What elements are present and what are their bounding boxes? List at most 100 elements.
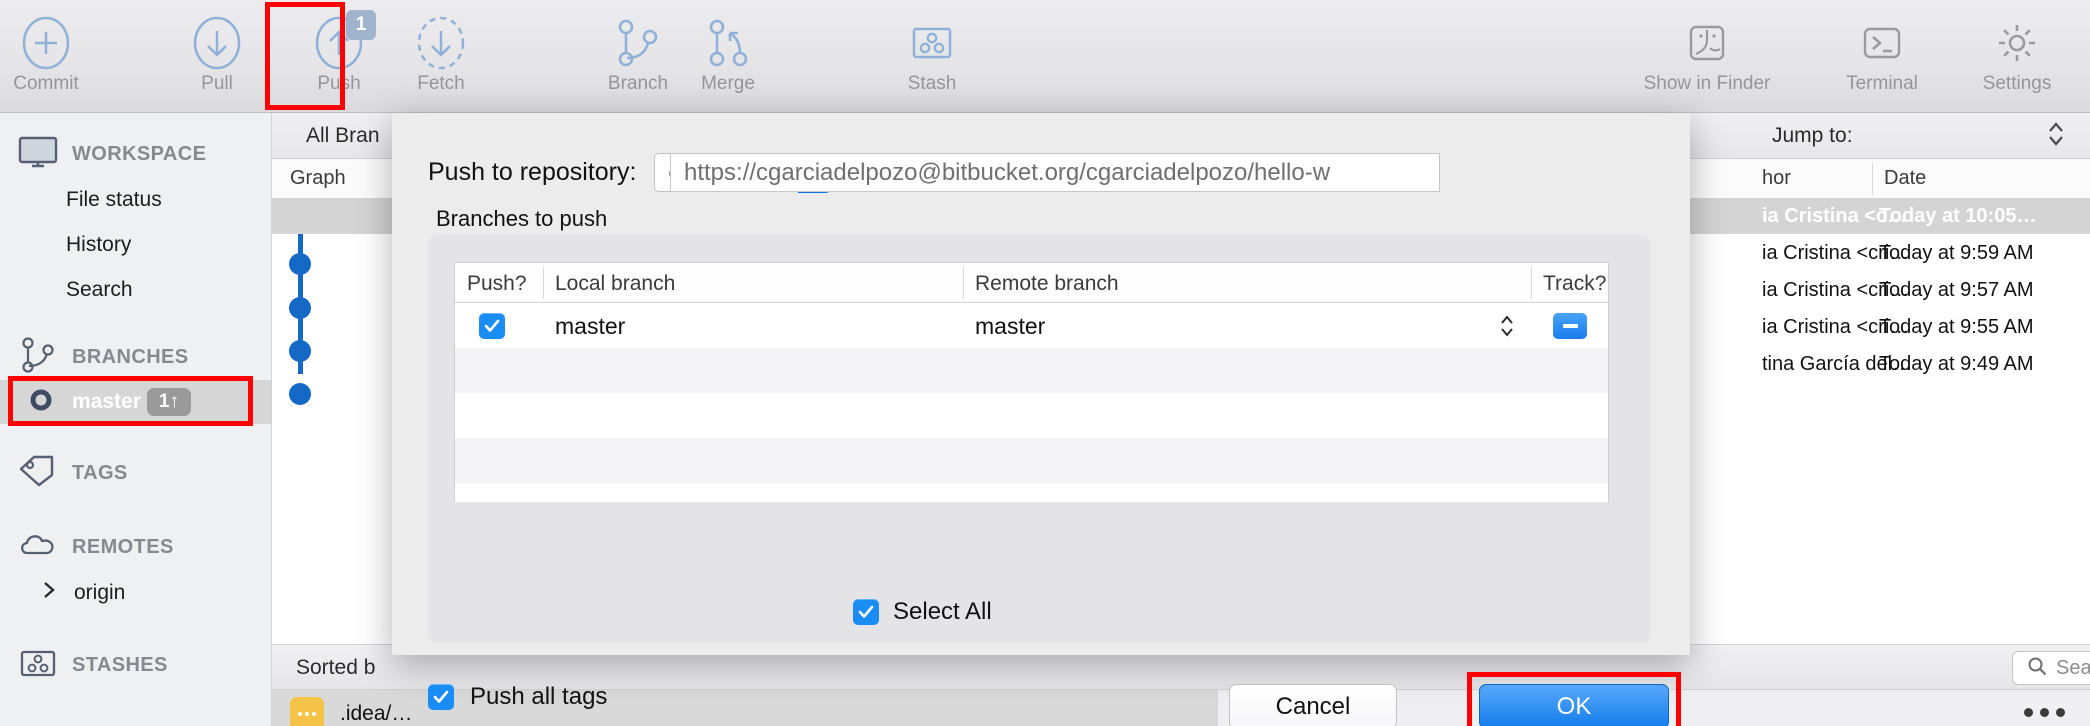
sidebar-item-label: Search <box>66 277 133 301</box>
stash-icon <box>18 648 58 683</box>
commit-date: Today at 9:49 AM <box>1879 353 2034 375</box>
commit-date: Today at 9:55 AM <box>1879 316 2034 338</box>
toolbar-branch-button[interactable]: Branch <box>592 0 684 113</box>
column-header-author[interactable]: hor <box>1762 167 1791 190</box>
stepper-updown-icon[interactable] <box>1498 312 1516 340</box>
push-dialog: Push to repository: origin https://cgarc… <box>392 113 1690 726</box>
ellipsis-icon[interactable] <box>2024 708 2065 717</box>
toolbar-stash-button[interactable]: Stash <box>886 0 978 113</box>
toolbar-pull-label: Pull <box>201 73 233 94</box>
sidebar-section-workspace[interactable]: WORKSPACE <box>0 131 271 177</box>
main-toolbar: Commit Pull 1 Push Fetch Branch Merge St… <box>0 0 2090 113</box>
search-input[interactable]: Search <box>2012 651 2090 685</box>
toolbar-push-button[interactable]: 1 Push <box>293 0 385 113</box>
column-header-local-branch: Local branch <box>555 272 676 295</box>
branch-icon <box>610 14 666 72</box>
toolbar-show-in-finder-button[interactable]: Show in Finder <box>1602 0 1812 113</box>
minus-icon[interactable] <box>1553 313 1587 339</box>
pull-down-arrow-icon <box>192 14 242 72</box>
all-branches-selector[interactable]: All Bran <box>306 124 380 148</box>
magnifier-icon <box>2027 656 2047 681</box>
sidebar-section-remotes[interactable]: REMOTES <box>0 524 271 570</box>
finder-icon <box>1682 14 1732 72</box>
toolbar-push-label: Push <box>317 73 361 94</box>
cloud-icon <box>18 531 58 564</box>
select-all-row[interactable]: Select All <box>853 598 992 626</box>
toolbar-pull-button[interactable]: Pull <box>171 0 263 113</box>
column-header-remote-branch: Remote branch <box>975 272 1119 295</box>
push-all-tags-checkbox[interactable] <box>428 684 454 710</box>
sidebar-remote-origin[interactable]: origin <box>0 570 271 616</box>
table-row[interactable]: master master <box>455 303 1608 348</box>
toolbar-left-group: Commit Pull 1 Push Fetch Branch Merge St… <box>0 0 978 113</box>
sidebar-section-stashes[interactable]: STASHES <box>0 642 271 688</box>
sidebar-item-label: File status <box>66 187 162 211</box>
branches-group: Push? Local branch Remote branch Track? … <box>428 235 1650 643</box>
toolbar-commit-label: Commit <box>13 73 79 94</box>
jump-to-stepper[interactable] <box>2046 119 2066 153</box>
toolbar-settings-button[interactable]: Settings <box>1952 0 2082 113</box>
commit-date: Today at 9:57 AM <box>1879 279 2034 301</box>
branch-circle-icon <box>28 387 54 418</box>
branches-table: Push? Local branch Remote branch Track? … <box>454 262 1609 502</box>
table-row-empty <box>455 348 1608 393</box>
column-header-date[interactable]: Date <box>1884 167 1926 190</box>
remote-url-value: https://cgarciadelpozo@bitbucket.org/cga… <box>684 158 1331 186</box>
sidebar: WORKSPACE File status History Search BRA… <box>0 113 272 726</box>
ok-button-highlight <box>1467 672 1681 726</box>
sidebar-branch-master[interactable]: master 1↑ <box>0 376 271 426</box>
terminal-icon <box>1857 14 1907 72</box>
toolbar-settings-label: Settings <box>1982 73 2052 94</box>
graph-node <box>289 383 311 405</box>
remote-branch-name: master <box>975 313 1046 339</box>
sidebar-item-file-status[interactable]: File status <box>0 177 271 222</box>
branches-table-header: Push? Local branch Remote branch Track? <box>455 263 1608 303</box>
toolbar-terminal-button[interactable]: Terminal <box>1812 0 1952 113</box>
monitor-icon <box>18 136 58 173</box>
commit-date: Today at 9:59 AM <box>1879 242 2034 264</box>
commit-date: Today at 10:05… <box>1879 205 2037 227</box>
push-all-tags-row[interactable]: Push all tags <box>428 683 607 711</box>
sidebar-branches-label: BRANCHES <box>72 345 189 368</box>
push-branch-checkbox[interactable] <box>479 313 505 339</box>
toolbar-commit-button[interactable]: Commit <box>0 0 92 113</box>
remote-url-field[interactable]: https://cgarciadelpozo@bitbucket.org/cga… <box>670 153 1440 192</box>
jump-to-label: Jump to: <box>1772 123 1853 147</box>
sidebar-section-tags[interactable]: TAGS <box>0 450 271 496</box>
toolbar-fetch-button[interactable]: Fetch <box>395 0 487 113</box>
toolbar-stash-label: Stash <box>907 73 957 94</box>
modified-file-icon <box>290 697 324 726</box>
select-all-checkbox[interactable] <box>853 599 879 625</box>
select-all-label: Select All <box>893 598 992 625</box>
table-row-empty <box>455 438 1608 483</box>
local-branch-name: master <box>555 313 626 339</box>
table-row-empty <box>455 393 1608 438</box>
toolbar-show-in-finder-label: Show in Finder <box>1643 73 1771 94</box>
column-header-push: Push? <box>467 272 527 295</box>
branch-icon <box>18 336 58 379</box>
sorted-by-selector[interactable]: Sorted b <box>296 656 375 680</box>
toolbar-fetch-label: Fetch <box>417 73 465 94</box>
column-header-track: Track? <box>1543 272 1607 295</box>
branches-to-push-label: Branches to push <box>436 206 608 231</box>
push-pending-count-badge: 1 <box>346 10 376 40</box>
list-item[interactable]: .idea/… <box>272 690 1217 726</box>
sidebar-remote-label: origin <box>74 581 126 604</box>
gear-icon <box>1991 14 2043 72</box>
sidebar-item-search[interactable]: Search <box>0 267 271 312</box>
sidebar-section-branches[interactable]: BRANCHES <box>0 334 271 380</box>
cancel-button[interactable]: Cancel <box>1229 684 1397 726</box>
fetch-dashed-down-arrow-icon <box>416 14 466 72</box>
toolbar-merge-button[interactable]: Merge <box>682 0 774 113</box>
sourcetree-window: Commit Pull 1 Push Fetch Branch Merge St… <box>0 0 2090 726</box>
sidebar-branch-label: master <box>72 390 141 413</box>
stash-icon <box>906 14 958 72</box>
table-row-empty <box>455 483 1608 502</box>
tag-icon <box>18 455 58 492</box>
column-header-graph[interactable]: Graph <box>290 167 346 190</box>
changed-files-list: .idea/… src/main/webapp/index.jsp <box>272 690 1217 726</box>
branch-ahead-count: 1↑ <box>146 388 191 416</box>
sidebar-stashes-label: STASHES <box>72 653 168 676</box>
sidebar-item-history[interactable]: History <box>0 222 271 267</box>
push-to-repository-label: Push to repository: <box>428 158 637 186</box>
